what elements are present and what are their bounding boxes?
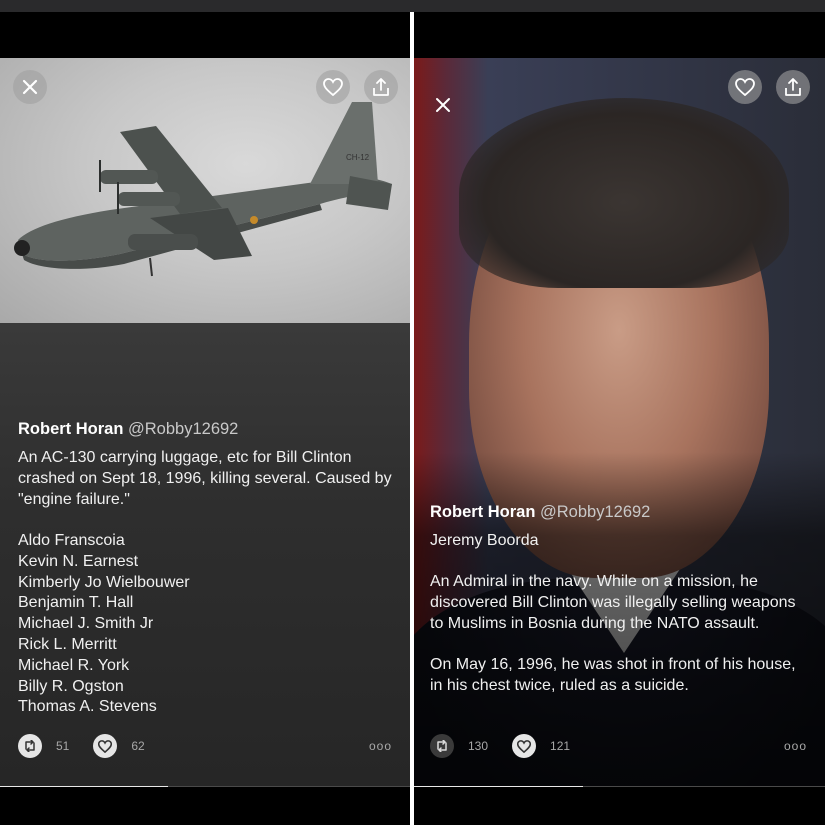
- bottom-band: [0, 787, 410, 825]
- author-name: Robert Horan: [18, 420, 124, 438]
- hair-shape: [459, 98, 789, 288]
- story-panel-left: CH-12 Robert Horan @Robby12692 An AC-130…: [0, 12, 410, 825]
- bottom-band: [414, 787, 825, 825]
- share-button[interactable]: [776, 70, 810, 104]
- list-item: Michael J. Smith Jr: [18, 615, 154, 633]
- close-button[interactable]: [426, 88, 460, 122]
- author-line: Robert Horan @Robby12692: [430, 502, 811, 522]
- close-icon: [22, 79, 38, 95]
- retweet-count: 130: [468, 739, 489, 753]
- retweet-icon: [437, 740, 447, 752]
- story-panel-right: Robert Horan @Robby12692 Jeremy Boorda A…: [414, 12, 825, 825]
- list-item: Benjamin T. Hall: [18, 594, 134, 612]
- list-item: Kevin N. Earnest: [18, 552, 139, 570]
- favorite-button[interactable]: [316, 70, 350, 104]
- heart-icon: [735, 78, 755, 96]
- like-icon: [98, 739, 113, 753]
- author-handle: @Robby12692: [128, 420, 239, 438]
- post-text: An AC-130 carrying luggage, etc for Bill…: [18, 449, 392, 508]
- share-icon: [373, 78, 389, 96]
- retweet-icon: [25, 740, 35, 752]
- top-band: [414, 12, 825, 58]
- retweet-button[interactable]: [18, 734, 42, 758]
- author-name: Robert Horan: [430, 503, 536, 521]
- more-options[interactable]: ooo: [369, 739, 392, 753]
- post-content-left: Robert Horan @Robby12692 An AC-130 carry…: [18, 419, 396, 718]
- post-content-right: Robert Horan @Robby12692 Jeremy Boorda A…: [430, 502, 811, 696]
- like-icon: [517, 739, 532, 753]
- close-button[interactable]: [13, 70, 47, 104]
- like-count: 62: [131, 739, 145, 753]
- favorite-button[interactable]: [728, 70, 762, 104]
- top-band: [0, 12, 410, 58]
- like-button[interactable]: [512, 734, 537, 758]
- share-icon: [785, 78, 801, 96]
- author-line: Robert Horan @Robby12692: [18, 419, 396, 439]
- retweet-count: 51: [56, 739, 70, 753]
- like-count: 121: [550, 739, 571, 753]
- author-handle: @Robby12692: [540, 503, 651, 521]
- airplane-photo: CH-12: [0, 58, 410, 323]
- more-options[interactable]: ooo: [784, 739, 807, 753]
- list-item: Billy R. Ogston: [18, 677, 124, 695]
- status-strip: [0, 0, 825, 12]
- like-button[interactable]: [93, 734, 118, 758]
- post-text-second: On May 16, 1996, he was shot in front of…: [430, 656, 796, 694]
- list-item: Thomas A. Stevens: [18, 698, 157, 716]
- list-item: Kimberly Jo Wielbouwer: [18, 573, 190, 591]
- share-button[interactable]: [364, 70, 398, 104]
- retweet-button[interactable]: [430, 734, 454, 758]
- heart-icon: [323, 78, 343, 96]
- aircraft-marking: CH-12: [346, 153, 370, 162]
- subject-name: Jeremy Boorda: [430, 532, 539, 549]
- list-item: Aldo Franscoia: [18, 532, 125, 549]
- action-bar-left: 51 62 ooo: [18, 733, 392, 759]
- post-text: An Admiral in the navy. While on a missi…: [430, 573, 796, 632]
- victim-list: Aldo Franscoia Kevin N. Earnest Kimberly…: [18, 531, 396, 718]
- action-bar-right: 130 121 ooo: [430, 733, 807, 759]
- list-item: Michael R. York: [18, 656, 130, 674]
- close-icon: [436, 98, 450, 112]
- airplane-illustration: CH-12: [14, 102, 392, 277]
- list-item: Rick L. Merritt: [18, 635, 117, 653]
